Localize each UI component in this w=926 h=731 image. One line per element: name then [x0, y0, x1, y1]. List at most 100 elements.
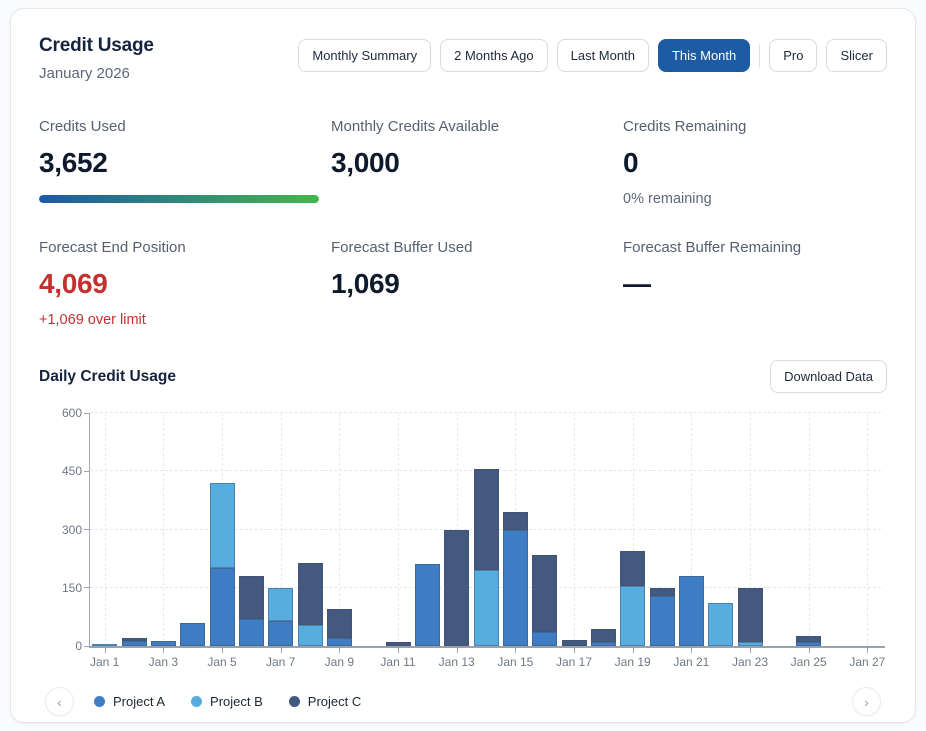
project-b-dot-icon: [191, 696, 202, 707]
stat-extra: 0% remaining: [623, 191, 887, 207]
bar-segment-project-c[interactable]: [298, 563, 323, 625]
x-tick-label: Jan 11: [380, 655, 415, 669]
chart-plot-area: 0150300450600Jan 1Jan 3Jan 5Jan 7Jan 9Ja…: [89, 413, 881, 646]
stat-label: Credits Remaining: [623, 118, 887, 135]
bar-segment-project-c[interactable]: [327, 609, 352, 638]
x-tick-mark: [457, 648, 458, 653]
tab-this-month[interactable]: This Month: [658, 39, 750, 72]
stat-value: 4,069: [39, 268, 331, 300]
x-tick-mark: [222, 648, 223, 653]
bar-segment-project-a[interactable]: [415, 564, 440, 646]
bar-segment-project-a[interactable]: [180, 623, 205, 646]
bar-segment-project-a[interactable]: [650, 596, 675, 646]
tab-pro[interactable]: Pro: [769, 39, 817, 72]
bar-segment-project-a[interactable]: [591, 642, 616, 646]
x-tick-label: Jan 21: [673, 655, 709, 669]
x-gridline: [809, 413, 810, 646]
chevron-right-icon: ›: [864, 694, 869, 710]
card-header: Credit Usage January 2026 Monthly Summar…: [39, 35, 887, 82]
x-tick-mark: [574, 648, 575, 653]
bar-segment-project-b[interactable]: [268, 588, 293, 621]
x-gridline: [574, 413, 575, 646]
bar-segment-project-c[interactable]: [386, 642, 411, 646]
bar-segment-project-a[interactable]: [210, 568, 235, 646]
tab-2-months-ago[interactable]: 2 Months Ago: [440, 39, 548, 72]
stat-forecast-buffer-used: Forecast Buffer Used 1,069: [331, 239, 623, 328]
toolbar-divider: [759, 44, 760, 68]
stat-label: Forecast End Position: [39, 239, 331, 256]
bar-segment-project-c[interactable]: [796, 636, 821, 642]
tab-monthly-summary[interactable]: Monthly Summary: [298, 39, 431, 72]
stat-label: Forecast Buffer Used: [331, 239, 623, 256]
bar-segment-project-a[interactable]: [327, 638, 352, 646]
bar-segment-project-a[interactable]: [532, 632, 557, 646]
stat-value: 1,069: [331, 268, 623, 300]
download-data-button[interactable]: Download Data: [770, 360, 887, 393]
stat-value: —: [623, 268, 887, 300]
bar-segment-project-b[interactable]: [738, 642, 763, 646]
bar-segment-project-b[interactable]: [92, 644, 117, 646]
y-tick-label: 450: [40, 464, 82, 478]
x-tick-label: Jan 9: [325, 655, 354, 669]
legend-prev-button[interactable]: ‹: [45, 687, 74, 716]
y-tick-mark: [84, 413, 89, 414]
stat-credits-remaining: Credits Remaining 0 0% remaining: [623, 118, 887, 207]
stat-forecast-end-position: Forecast End Position 4,069 +1,069 over …: [39, 239, 331, 328]
bar-segment-project-b[interactable]: [210, 483, 235, 568]
x-tick-mark: [633, 648, 634, 653]
x-tick-label: Jan 7: [266, 655, 295, 669]
bar-segment-project-c[interactable]: [620, 551, 645, 586]
page-subtitle: January 2026: [39, 65, 154, 82]
bar-segment-project-b[interactable]: [620, 586, 645, 646]
bar-segment-project-b[interactable]: [298, 625, 323, 646]
bar-segment-project-c[interactable]: [650, 588, 675, 596]
x-tick-label: Jan 25: [791, 655, 827, 669]
x-tick-label: Jan 23: [732, 655, 768, 669]
bar-segment-project-b[interactable]: [708, 603, 733, 646]
bar-segment-project-c[interactable]: [738, 588, 763, 642]
bar-segment-project-a[interactable]: [239, 619, 264, 646]
stat-label: Forecast Buffer Remaining: [623, 239, 887, 256]
y-tick-label: 150: [40, 581, 82, 595]
legend-item-project-a[interactable]: Project A: [94, 694, 165, 709]
bar-segment-project-c[interactable]: [444, 530, 469, 647]
stat-label: Credits Used: [39, 118, 331, 135]
bar-segment-project-c[interactable]: [532, 555, 557, 633]
bar-segment-project-c[interactable]: [503, 512, 528, 529]
project-a-dot-icon: [94, 696, 105, 707]
legend-next-button[interactable]: ›: [852, 687, 881, 716]
bar-segment-project-a[interactable]: [503, 530, 528, 647]
progress-fill: [39, 195, 319, 203]
credits-used-progressbar: [39, 195, 319, 203]
x-gridline: [163, 413, 164, 646]
legend-item-project-b[interactable]: Project B: [191, 694, 263, 709]
bar-segment-project-c[interactable]: [591, 629, 616, 643]
x-axis-line: [89, 646, 885, 648]
x-tick-mark: [809, 648, 810, 653]
bar-segment-project-c[interactable]: [562, 640, 587, 646]
bar-segment-project-c[interactable]: [474, 469, 499, 570]
x-tick-label: Jan 19: [615, 655, 651, 669]
x-gridline: [105, 413, 106, 646]
stat-forecast-buffer-remaining: Forecast Buffer Remaining —: [623, 239, 887, 328]
bar-segment-project-c[interactable]: [122, 638, 147, 641]
x-gridline: [867, 413, 868, 646]
bar-segment-project-a[interactable]: [122, 641, 147, 646]
x-tick-label: Jan 17: [556, 655, 592, 669]
bar-segment-project-a[interactable]: [679, 576, 704, 646]
bar-segment-project-c[interactable]: [239, 576, 264, 619]
bar-segment-project-a[interactable]: [796, 642, 821, 646]
chart-legend: Project A Project B Project C: [94, 694, 361, 709]
legend-item-project-c[interactable]: Project C: [289, 694, 361, 709]
tab-slicer[interactable]: Slicer: [826, 39, 887, 72]
x-tick-mark: [515, 648, 516, 653]
x-tick-label: Jan 1: [90, 655, 119, 669]
x-tick-label: Jan 15: [497, 655, 533, 669]
bar-segment-project-a[interactable]: [268, 621, 293, 646]
bar-segment-project-a[interactable]: [151, 641, 176, 646]
bar-segment-project-b[interactable]: [474, 570, 499, 646]
legend-label: Project A: [113, 694, 165, 709]
y-tick-label: 0: [40, 639, 82, 653]
x-gridline: [398, 413, 399, 646]
tab-last-month[interactable]: Last Month: [557, 39, 649, 72]
